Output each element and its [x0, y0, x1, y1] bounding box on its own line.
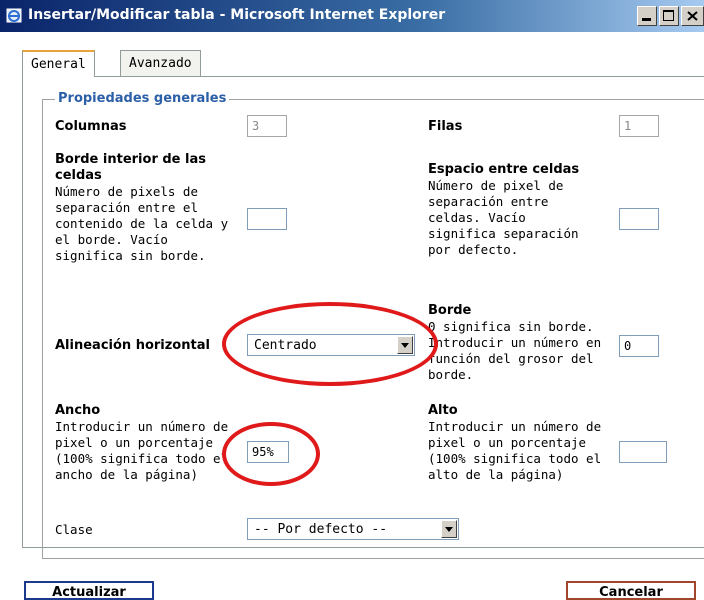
espacio-celdas-block: Espacio entre celdas Número de pixel de … [428, 162, 598, 258]
ancho-block: Ancho Introducir un número de pixel o un… [55, 403, 237, 483]
borde-interior-block: Borde interior de las celdas Número de p… [55, 152, 235, 264]
minimize-button[interactable] [637, 6, 657, 26]
borde-interior-input[interactable] [247, 208, 287, 230]
borde-interior-label: Borde interior de las celdas [55, 152, 206, 183]
tab-avanzado-label: Avanzado [129, 56, 192, 71]
borde-label: Borde [428, 303, 472, 318]
ancho-desc: Introducir un número de pixel o un porce… [55, 419, 229, 482]
clase-label: Clase [55, 522, 93, 537]
borde-desc: 0 significa sin borde. Introducir un núm… [428, 319, 602, 382]
chevron-down-icon[interactable] [441, 520, 457, 538]
chevron-down-icon[interactable] [397, 336, 413, 354]
filas-label: Filas [428, 119, 463, 134]
maximize-button[interactable] [659, 6, 679, 26]
clase-select[interactable]: -- Por defecto -- [247, 518, 459, 540]
close-button[interactable] [681, 6, 704, 26]
espacio-celdas-label: Espacio entre celdas [428, 162, 580, 177]
columnas-input[interactable]: 3 [247, 115, 287, 137]
columnas-label: Columnas [55, 119, 127, 134]
borde-block: Borde 0 significa sin borde. Introducir … [428, 303, 604, 383]
tab-general[interactable]: General [22, 50, 95, 77]
internet-explorer-icon [6, 8, 22, 23]
title-bar[interactable]: Insertar/Modificar tabla - Microsoft Int… [0, 0, 704, 32]
update-button[interactable]: Actualizar [24, 581, 154, 600]
window-title: Insertar/Modificar tabla - Microsoft Int… [28, 7, 446, 23]
borde-interior-desc: Número de pixels de separación entre el … [55, 184, 229, 263]
alto-input[interactable] [619, 441, 667, 463]
ancho-label: Ancho [55, 403, 101, 418]
alto-desc: Introducir un número de pixel o un porce… [428, 419, 602, 482]
alineacion-label: Alineación horizontal [55, 338, 210, 353]
alineacion-value: Centrado [254, 338, 317, 353]
borde-input[interactable]: 0 [619, 335, 659, 357]
ancho-input[interactable]: 95% [247, 441, 289, 463]
tab-avanzado[interactable]: Avanzado [120, 50, 201, 76]
fieldset-legend: Propiedades generales [55, 91, 230, 106]
dialog-window: Insertar/Modificar tabla - Microsoft Int… [0, 0, 704, 600]
espacio-celdas-input[interactable] [619, 208, 659, 230]
alto-block: Alto Introducir un número de pixel o un … [428, 403, 604, 483]
minimize-icon [642, 18, 651, 21]
espacio-celdas-desc: Número de pixel de separación entre celd… [428, 178, 579, 257]
filas-input[interactable]: 1 [619, 115, 659, 137]
maximize-icon [663, 10, 674, 21]
cancel-button[interactable]: Cancelar [566, 581, 696, 600]
clase-value: -- Por defecto -- [254, 522, 388, 537]
alto-label: Alto [428, 403, 458, 418]
close-icon [687, 11, 698, 21]
alineacion-select[interactable]: Centrado [247, 334, 415, 356]
tab-general-label: General [31, 57, 86, 72]
